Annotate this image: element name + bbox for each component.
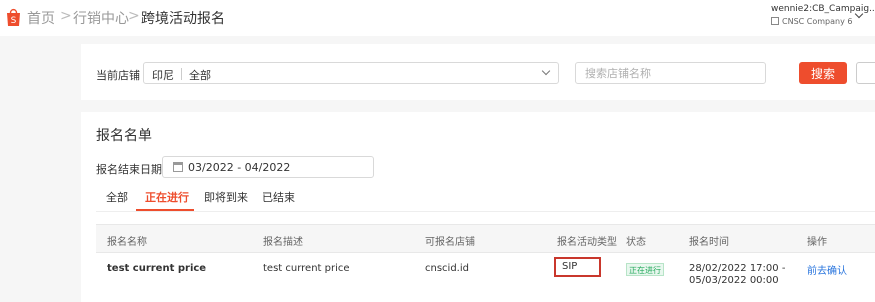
shopee-logo-icon[interactable]: S xyxy=(6,7,21,27)
row-activity-type: SIP xyxy=(562,261,578,272)
column-header-shop: 可报名店铺 xyxy=(425,237,475,248)
calendar-icon xyxy=(173,162,183,172)
search-button[interactable]: 搜索 xyxy=(799,62,847,84)
shop-select-value: 全部 xyxy=(189,69,211,82)
reset-button[interactable] xyxy=(856,62,875,84)
row-time-end: 05/03/2022 00:00 xyxy=(689,275,779,286)
shop-select[interactable]: 印尼 全部 xyxy=(143,62,559,84)
column-header-name: 报名名称 xyxy=(107,237,147,248)
tab-ongoing[interactable]: 正在进行 xyxy=(145,189,189,205)
row-description: test current price xyxy=(263,263,350,274)
breadcrumb-marketing-center[interactable]: 行销中心 xyxy=(73,8,129,28)
shop-search-input[interactable] xyxy=(575,62,766,84)
date-range-value: 03/2022 - 04/2022 xyxy=(188,161,291,174)
row-time-start: 28/02/2022 17:00 - xyxy=(689,263,786,274)
status-badge: 正在进行 xyxy=(626,263,664,276)
company-label[interactable]: CNSC Company 6 xyxy=(771,17,852,26)
end-date-label: 报名结束日期 xyxy=(96,163,162,176)
current-shop-label: 当前店铺 xyxy=(96,69,140,82)
active-tab-indicator xyxy=(136,209,194,211)
page-title: 跨境活动报名 xyxy=(141,11,225,27)
table-header xyxy=(96,224,875,252)
tab-upcoming[interactable]: 即将到来 xyxy=(204,189,248,205)
tabs-divider xyxy=(96,211,875,212)
row-name: test current price xyxy=(107,263,207,274)
chevron-down-icon xyxy=(541,66,551,76)
table-divider xyxy=(96,252,875,253)
breadcrumb-separator: > xyxy=(128,8,140,24)
breadcrumb-separator: > xyxy=(60,8,72,24)
column-header-description: 报名描述 xyxy=(263,237,303,248)
country-label: 印尼 xyxy=(152,69,174,82)
list-title: 报名名单 xyxy=(96,128,152,144)
row-shop: cnscid.id xyxy=(425,263,469,274)
divider xyxy=(181,68,182,80)
column-header-status: 状态 xyxy=(626,237,646,248)
tab-ended[interactable]: 已结束 xyxy=(262,189,295,205)
column-header-action: 操作 xyxy=(807,237,827,248)
building-icon xyxy=(771,17,779,25)
activity-type-highlight: SIP xyxy=(554,257,601,277)
breadcrumb-home[interactable]: 首页 xyxy=(27,8,55,28)
confirm-link[interactable]: 前去确认 xyxy=(807,262,847,277)
company-name: CNSC Company 6 xyxy=(782,17,853,26)
svg-text:S: S xyxy=(11,16,17,26)
column-header-time: 报名时间 xyxy=(689,237,729,248)
column-header-type: 报名活动类型 xyxy=(557,237,617,248)
tab-all[interactable]: 全部 xyxy=(106,189,128,205)
date-range-picker[interactable]: 03/2022 - 04/2022 xyxy=(162,156,374,178)
